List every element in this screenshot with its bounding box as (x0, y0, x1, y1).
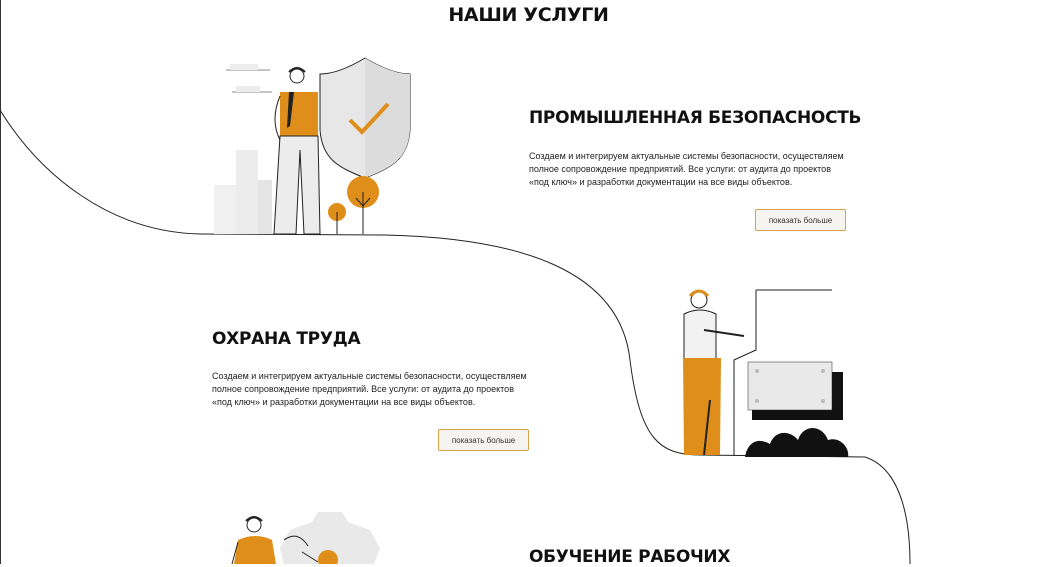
page-title: НАШИ УСЛУГИ (448, 4, 609, 26)
service-title-worker-training: ОБУЧЕНИЕ РАБОЧИХ (529, 547, 731, 567)
show-more-button-labor-protection[interactable]: показать больше (438, 429, 529, 451)
man-figure-icon (231, 516, 276, 564)
description-line: «под ключ» и разработки документации на … (212, 397, 476, 407)
show-more-button-industrial-safety[interactable]: показать больше (755, 209, 846, 231)
service-description-industrial-safety: Создаем и интегрируем актуальные системы… (529, 150, 844, 189)
workers-training-illustration (231, 512, 380, 564)
description-line: полное сопровождение предприятий. Все ус… (529, 164, 831, 174)
description-line: Создаем и интегрируем актуальные системы… (529, 151, 844, 161)
description-line: полное сопровождение предприятий. Все ус… (212, 384, 514, 394)
service-title-industrial-safety: ПРОМЫШЛЕННАЯ БЕЗОПАСНОСТЬ (529, 108, 862, 128)
description-line: Создаем и интегрируем актуальные системы… (212, 371, 527, 381)
description-line: «под ключ» и разработки документации на … (529, 177, 793, 187)
service-description-labor-protection: Создаем и интегрируем актуальные системы… (212, 370, 527, 409)
service-title-labor-protection: ОХРАНА ТРУДА (212, 329, 361, 349)
